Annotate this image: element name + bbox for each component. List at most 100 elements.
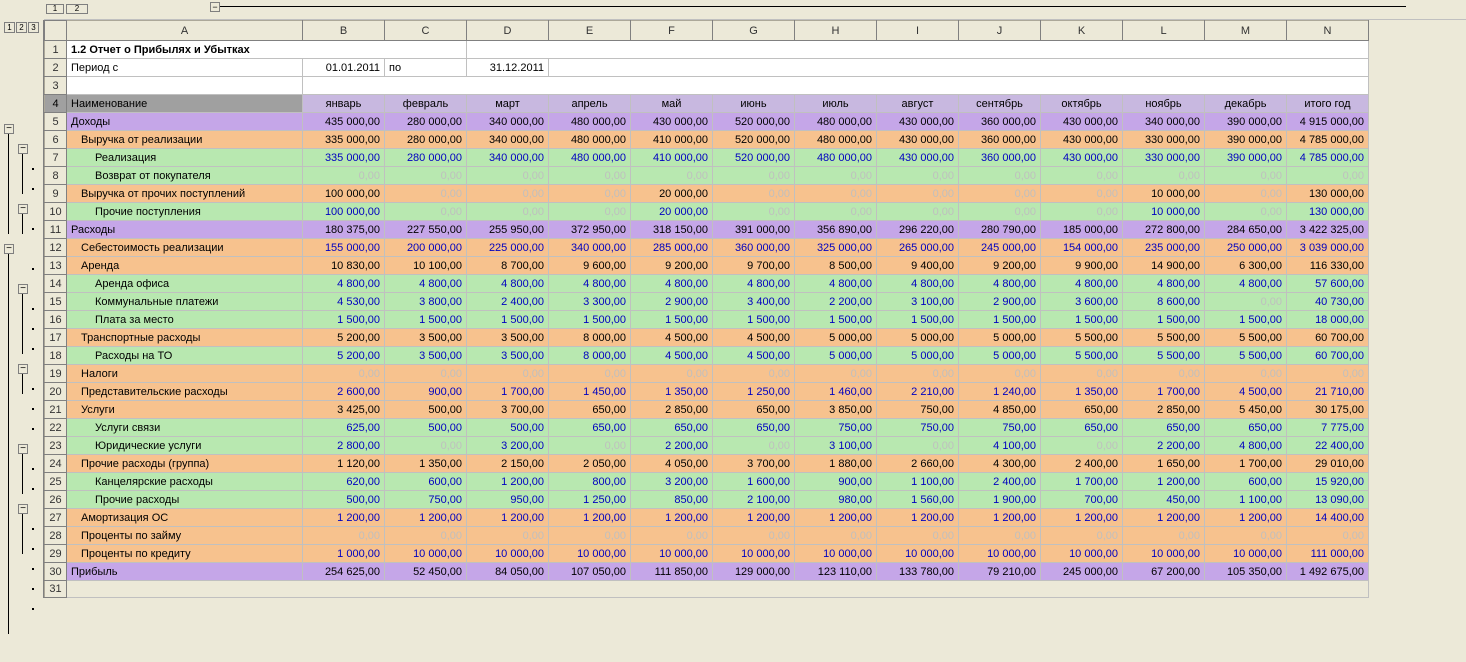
column-header[interactable]: A [67,21,303,41]
cell-value[interactable]: 3 600,00 [1041,293,1123,311]
cell-value[interactable]: 1 500,00 [713,311,795,329]
cell-value[interactable]: 625,00 [303,419,385,437]
row-header[interactable]: 29 [45,545,67,563]
cell-value[interactable]: 40 730,00 [1287,293,1369,311]
cell-value[interactable]: 3 425,00 [303,401,385,419]
row-header[interactable]: 13 [45,257,67,275]
cell-value[interactable]: 0,00 [713,527,795,545]
cell-value[interactable]: 3 500,00 [467,329,549,347]
cell-value[interactable]: 372 950,00 [549,221,631,239]
cell-value[interactable]: 123 110,00 [795,563,877,581]
cell-value[interactable]: 900,00 [795,473,877,491]
cell-value[interactable]: 111 000,00 [1287,545,1369,563]
column-header[interactable]: K [1041,21,1123,41]
cell-value[interactable]: 1 200,00 [959,509,1041,527]
row-header[interactable]: 10 [45,203,67,221]
cell-value[interactable]: 1 460,00 [795,383,877,401]
cell-value[interactable]: 0,00 [713,365,795,383]
row-header[interactable]: 30 [45,563,67,581]
column-header[interactable]: D [467,21,549,41]
cell-value[interactable]: 9 200,00 [631,257,713,275]
row-outline-level-2[interactable]: 2 [16,22,27,33]
cell-value[interactable]: 10 000,00 [1123,545,1205,563]
cell-value[interactable]: 3 200,00 [631,473,713,491]
cell-value[interactable]: 1 250,00 [549,491,631,509]
cell-value[interactable]: 14 400,00 [1287,509,1369,527]
cell-value[interactable]: 4 915 000,00 [1287,113,1369,131]
cell-value[interactable]: 0,00 [1205,527,1287,545]
cell-value[interactable]: 10 830,00 [303,257,385,275]
column-header[interactable]: C [385,21,467,41]
cell-value[interactable]: 100 000,00 [303,185,385,203]
cell-value[interactable]: 0,00 [713,185,795,203]
cell-value[interactable]: 410 000,00 [631,131,713,149]
cell-value[interactable]: 10 000,00 [877,545,959,563]
cell-value[interactable]: 480 000,00 [795,113,877,131]
cell-value[interactable]: 356 890,00 [795,221,877,239]
row-header[interactable]: 1 [45,41,67,59]
cell-value[interactable]: 1 700,00 [1205,455,1287,473]
cell-value[interactable]: 0,00 [385,167,467,185]
column-header[interactable]: L [1123,21,1205,41]
cell-value[interactable]: 2 900,00 [959,293,1041,311]
cell-value[interactable]: 2 200,00 [795,293,877,311]
cell-value[interactable]: 5 000,00 [959,329,1041,347]
cell-value[interactable]: 430 000,00 [631,113,713,131]
cell-value[interactable]: 0,00 [1041,527,1123,545]
cell-value[interactable]: 20 000,00 [631,203,713,221]
cell-value[interactable]: 2 400,00 [1041,455,1123,473]
cell-value[interactable]: 650,00 [549,419,631,437]
cell-value[interactable]: 0,00 [959,167,1041,185]
cell-value[interactable]: 4 800,00 [1205,437,1287,455]
cell-value[interactable]: 0,00 [385,437,467,455]
cell-value[interactable]: 2 210,00 [877,383,959,401]
cell-value[interactable]: 9 200,00 [959,257,1041,275]
cell-value[interactable]: 4 800,00 [959,275,1041,293]
cell-value[interactable]: 1 500,00 [1205,311,1287,329]
row-header[interactable]: 25 [45,473,67,491]
cell-value[interactable]: 0,00 [877,203,959,221]
cell-value[interactable]: 318 150,00 [631,221,713,239]
cell-value[interactable]: 4 500,00 [631,347,713,365]
cell-value[interactable]: 1 200,00 [631,509,713,527]
cell-value[interactable]: 0,00 [549,167,631,185]
cell-value[interactable]: 0,00 [795,527,877,545]
cell-value[interactable]: 390 000,00 [1205,149,1287,167]
cell-value[interactable]: 0,00 [1205,365,1287,383]
cell-value[interactable]: 0,00 [1287,527,1369,545]
cell-value[interactable]: 1 650,00 [1123,455,1205,473]
cell-value[interactable]: 10 000,00 [1123,185,1205,203]
cell-value[interactable]: 5 500,00 [1041,329,1123,347]
cell-value[interactable]: 29 010,00 [1287,455,1369,473]
row-header[interactable]: 6 [45,131,67,149]
cell-value[interactable]: 0,00 [385,203,467,221]
cell-value[interactable]: 2 050,00 [549,455,631,473]
row-group-collapse[interactable]: − [18,144,28,154]
cell-value[interactable]: 2 400,00 [959,473,1041,491]
cell-value[interactable]: 650,00 [1041,401,1123,419]
cell-value[interactable]: 480 000,00 [549,113,631,131]
cell-value[interactable]: 5 500,00 [1205,329,1287,347]
row-header[interactable]: 23 [45,437,67,455]
cell-value[interactable]: 4 500,00 [713,347,795,365]
cell-value[interactable]: 265 000,00 [877,239,959,257]
cell-value[interactable]: 0,00 [1041,167,1123,185]
cell-value[interactable]: 4 500,00 [713,329,795,347]
cell-value[interactable]: 0,00 [1287,365,1369,383]
cell-value[interactable]: 650,00 [1205,419,1287,437]
cell-value[interactable]: 1 000,00 [303,545,385,563]
cell-value[interactable]: 154 000,00 [1041,239,1123,257]
cell-value[interactable]: 0,00 [713,167,795,185]
cell-value[interactable]: 360 000,00 [713,239,795,257]
cell-value[interactable]: 10 000,00 [795,545,877,563]
row-header[interactable]: 8 [45,167,67,185]
cell-value[interactable]: 4 500,00 [1205,383,1287,401]
row-group-collapse[interactable]: − [18,284,28,294]
cell-value[interactable]: 520 000,00 [713,149,795,167]
cell-value[interactable]: 10 000,00 [385,545,467,563]
cell-value[interactable]: 100 000,00 [303,203,385,221]
cell-value[interactable]: 133 780,00 [877,563,959,581]
cell-value[interactable]: 130 000,00 [1287,185,1369,203]
column-header[interactable]: F [631,21,713,41]
cell-value[interactable]: 5 500,00 [1123,329,1205,347]
